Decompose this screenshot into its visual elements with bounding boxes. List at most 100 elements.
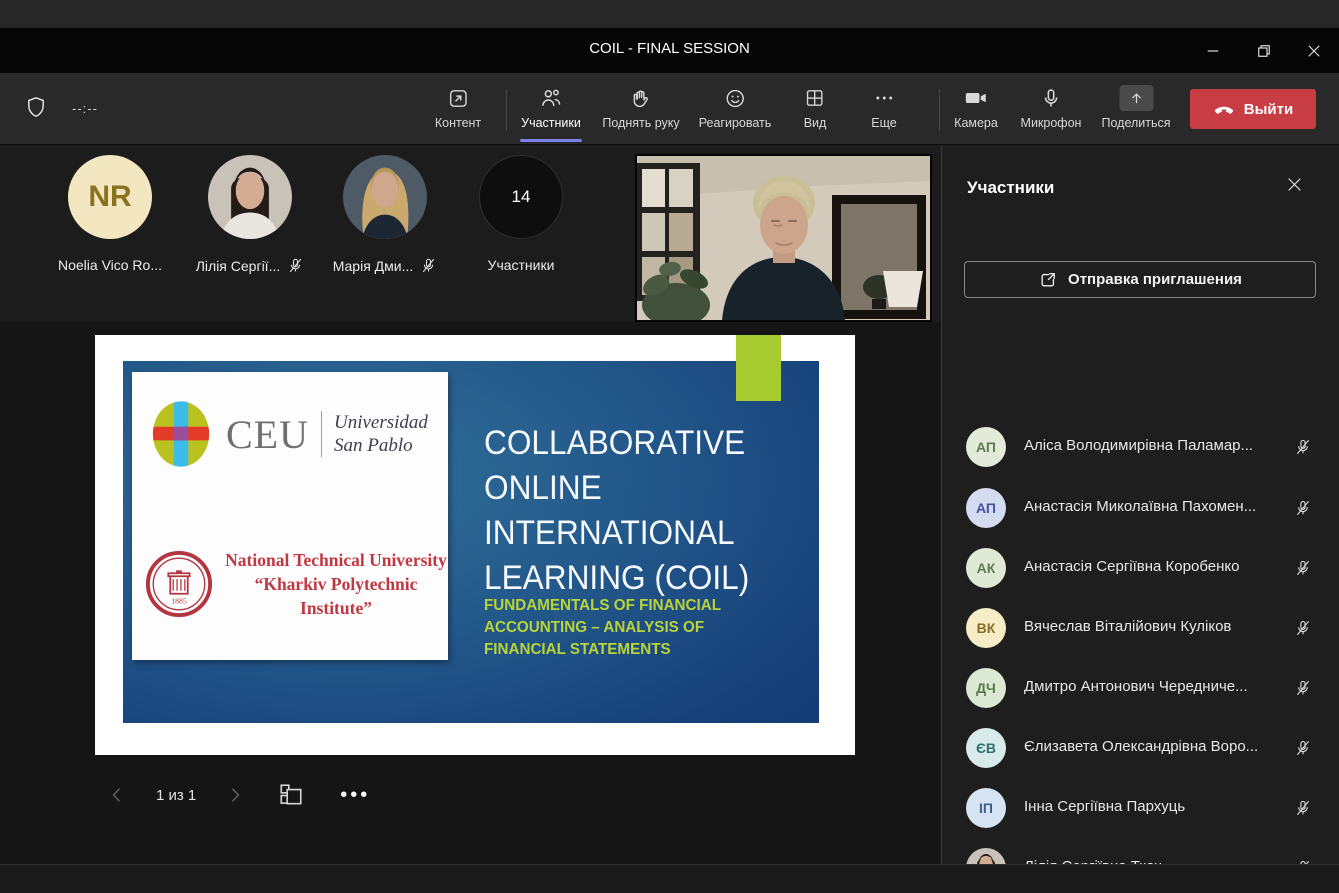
restore-icon [1255,42,1273,60]
filmstrip-tile-maria[interactable]: Марія Дми... [315,155,455,274]
overflow-label: Участники [488,257,555,273]
raise-hand-icon [629,85,652,111]
participant-name: Дмитро Антонович Чередниче... [1024,678,1274,695]
more-button[interactable]: Еще [871,85,896,130]
window-close-button[interactable] [1303,40,1325,62]
participant-row[interactable]: ІП Інна Сергіївна Пархуць [942,778,1339,838]
mic-off-icon [420,257,437,274]
content-button[interactable]: Контент [435,85,481,130]
ntu-logo-row: 1885 National Technical University “Khar… [144,548,448,620]
khpi-seal-icon: 1885 [144,549,214,619]
avatar: АК [966,548,1006,588]
active-tab-underline [520,139,582,142]
restore-button[interactable] [1253,40,1275,62]
mic-off-icon [1294,438,1312,456]
ntu-university-name: National Technical University “Kharkiv P… [224,548,448,620]
participant-name: Єлизавета Олександрівна Воро... [1024,738,1274,755]
mic-off-icon [1294,799,1312,817]
slide-title: COLLABORATIVE ONLINE INTERNATIONAL LEARN… [484,421,749,601]
send-invite-button[interactable]: Отправка приглашения [964,261,1316,298]
slide-sorter-button[interactable] [278,782,304,808]
teams-meeting-window: COIL - FINAL SESSION --:-- Контент Участ… [0,0,1339,893]
share-invite-icon [1038,270,1058,290]
more-dots-icon [873,85,895,111]
leave-button[interactable]: Выйти [1190,89,1316,129]
grid-view-icon [804,85,826,111]
ceu-university-name: Universidad San Pablo [334,411,428,457]
participant-name: Вячеслав Віталійович Куліков [1024,618,1274,635]
mic-off-icon [1294,559,1312,577]
window-close-icon [1305,42,1323,60]
avatar: ВК [966,608,1006,648]
participants-tab[interactable]: Участники [521,85,581,130]
filmstrip-tile-noelia[interactable]: NR Noelia Vico Ro... [40,155,180,273]
participant-row[interactable]: АК Анастасія Сергіївна Коробенко [942,538,1339,598]
content-icon [447,85,470,111]
window-top-strip [0,0,1339,28]
avatar: ДЧ [966,668,1006,708]
share-screen-icon [1119,85,1153,111]
hangup-icon [1213,98,1235,120]
avatar: АП [966,488,1006,528]
filmstrip-tile-overflow-count[interactable]: 14 Участники [451,155,591,273]
meeting-timer: --:-- [72,101,98,116]
previous-slide-button[interactable] [106,785,128,805]
view-button[interactable]: Вид [804,85,827,130]
participant-name: Лілія Сергії... [196,258,281,274]
mic-off-icon [1294,679,1312,697]
deck-more-options-button[interactable]: ••• [340,790,370,800]
next-slide-button[interactable] [224,785,246,805]
mic-off-icon [1294,499,1312,517]
participant-row[interactable]: ВК Вячеслав Віталійович Куліков [942,598,1339,658]
presenter-video-frame [636,155,931,321]
window-bottom-strip [0,864,1339,893]
participants-panel: Участники АП Аліса Володимирівна Паламар… [941,145,1339,864]
avatar: NR [68,155,152,239]
window-titlebar: COIL - FINAL SESSION [0,28,1339,73]
slide-green-accent [736,335,781,401]
meeting-toolbar: --:-- Контент Участники Поднять руку Реа… [0,73,1339,145]
self-view-video[interactable] [636,155,931,321]
share-screen-button[interactable]: Поделиться [1101,85,1170,130]
participant-name: Аліса Володимирівна Паламар... [1024,437,1274,454]
participant-photo-avatar [343,155,427,239]
minimize-button[interactable] [1202,40,1224,62]
participant-row[interactable]: АП Аліса Володимирівна Паламар... [942,417,1339,477]
slide-logos-card: CEU Universidad San Pablo 1885 [132,372,448,660]
mic-off-icon [287,257,304,274]
ceu-divider [321,411,322,457]
deck-navigation: 1 из 1 ••• [0,770,941,820]
avatar: ІП [966,788,1006,828]
mic-off-icon [1294,739,1312,757]
meeting-stage: NR Noelia Vico Ro... Лілія Сергії... Мар… [0,145,941,864]
smiley-icon [724,85,747,111]
camera-icon [964,85,988,111]
participant-name: Інна Сергіївна Пархуць [1024,798,1274,815]
shared-presentation-slide[interactable]: CEU Universidad San Pablo 1885 [95,335,855,755]
slide-subtitle: FUNDAMENTALS OF FINANCIAL ACCOUNTING – A… [484,595,721,661]
filmstrip-tile-liliya[interactable]: Лілія Сергії... [180,155,320,274]
participant-name: Noelia Vico Ro... [58,257,162,273]
raise-hand-button[interactable]: Поднять руку [602,85,679,130]
panel-title: Участники [967,178,1054,198]
participant-photo-avatar [208,155,292,239]
ceu-logo-row: CEU Universidad San Pablo [152,400,428,468]
microphone-button[interactable]: Микрофон [1021,85,1082,130]
camera-button[interactable]: Камера [954,85,998,130]
shield-icon [24,95,48,119]
microphone-icon [1039,85,1062,111]
mic-off-icon [1294,619,1312,637]
panel-close-button[interactable] [1285,175,1304,194]
toolbar-divider [939,89,940,131]
participant-row[interactable]: АП Анастасія Миколаївна Пахомен... [942,478,1339,538]
svg-text:1885: 1885 [171,596,187,605]
toolbar-divider [506,89,507,131]
ceu-acronym: CEU [226,411,309,458]
participant-row[interactable]: ЄВ Єлизавета Олександрівна Воро... [942,718,1339,778]
participant-row[interactable]: ДЧ Дмитро Антонович Чередниче... [942,658,1339,718]
page-indicator: 1 из 1 [156,787,196,804]
react-button[interactable]: Реагировать [699,85,772,130]
participant-name: Анастасія Миколаївна Пахомен... [1024,498,1274,515]
window-title: COIL - FINAL SESSION [0,40,1339,57]
minimize-icon [1204,42,1222,60]
